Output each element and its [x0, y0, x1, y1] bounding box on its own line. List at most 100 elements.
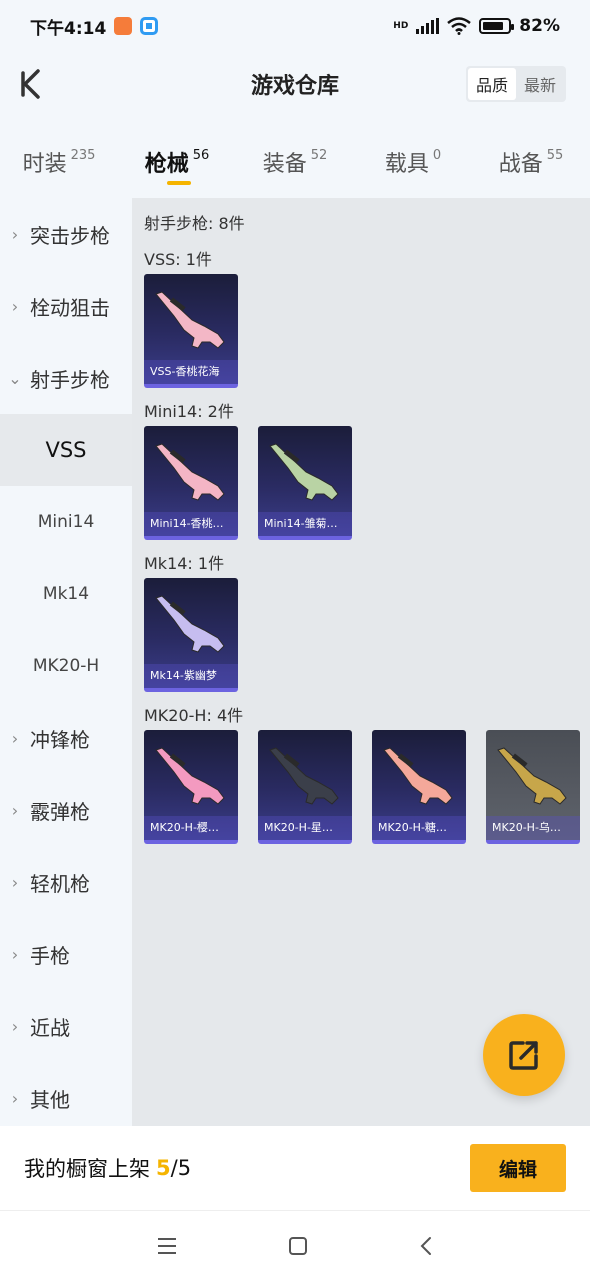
- sidebar-item-shotgun[interactable]: › 霰弹枪: [0, 774, 132, 846]
- weapon-image: [155, 595, 225, 653]
- hd-indicator: HD: [393, 21, 409, 31]
- weapon-card[interactable]: Mini14-雏菊…: [258, 426, 352, 540]
- tab-count: 0: [432, 148, 442, 163]
- chevron-right-icon: ›: [11, 1016, 19, 1036]
- sidebar-item-label: 其他: [30, 1087, 70, 1112]
- weapon-image: [497, 747, 567, 805]
- weapon-card-label: VSS-香桃花海: [144, 360, 238, 384]
- group-row-vss: VSS-香桃花海: [144, 274, 590, 388]
- sort-quality[interactable]: 品质: [467, 68, 516, 100]
- weapon-image: [155, 747, 225, 805]
- showcase-bar: 我的橱窗上架 5/5 编辑: [0, 1126, 590, 1210]
- sidebar-item-label: 手枪: [30, 943, 70, 968]
- sidebar-item-label: 轻机枪: [30, 871, 90, 896]
- back-button[interactable]: [16, 66, 46, 102]
- weapon-image: [383, 747, 453, 805]
- chevron-right-icon: ›: [11, 872, 19, 892]
- weapon-card[interactable]: MK20-H-星…: [258, 730, 352, 844]
- edit-button[interactable]: 编辑: [470, 1144, 566, 1192]
- showcase-count-total: /5: [170, 1156, 192, 1180]
- chevron-right-icon: ›: [11, 296, 19, 316]
- sidebar-item-assault-rifle[interactable]: › 突击步枪: [0, 198, 132, 270]
- weapon-card-label: Mk14-紫幽梦: [144, 664, 238, 688]
- sidebar-item-melee[interactable]: › 近战: [0, 990, 132, 1062]
- tab-label: 时装: [22, 152, 67, 177]
- sidebar-item-other[interactable]: › 其他: [0, 1062, 132, 1134]
- chevron-right-icon: ›: [11, 1088, 19, 1108]
- weapon-grid-panel: 射手步枪: 8件 VSS: 1件 VSS-香桃花海 Mini14: 2件 Min…: [132, 198, 590, 1126]
- sidebar-item-label: 冲锋枪: [30, 727, 90, 752]
- sidebar-sub-label: Mk14: [42, 584, 90, 604]
- sidebar-item-marksman-rifle[interactable]: ⌄ 射手步枪: [0, 342, 132, 414]
- status-bar: 下午4:14 HD 82%: [0, 0, 590, 52]
- weapon-card-label: MK20-H-乌…: [486, 816, 580, 840]
- battery-percent: 82%: [519, 16, 560, 36]
- sidebar-item-lmg[interactable]: › 轻机枪: [0, 846, 132, 918]
- tab-count: 56: [192, 148, 210, 163]
- sidebar-sub-label: VSS: [45, 438, 87, 462]
- share-edit-icon: [509, 1041, 538, 1070]
- tab-firearms[interactable]: 枪械 56: [118, 128, 236, 192]
- group-row-mk14: Mk14-紫幽梦: [144, 578, 590, 692]
- sidebar-item-label: 射手步枪: [30, 367, 110, 392]
- group-row-mk20h: MK20-H-樱… MK20-H-星… MK20-H-糖… MK20-H-乌…: [144, 730, 590, 844]
- share-edit-button[interactable]: [483, 1014, 565, 1096]
- system-nav-bar: [0, 1210, 590, 1280]
- back-nav-icon[interactable]: [418, 1236, 434, 1256]
- group-row-mini14: Mini14-香桃… Mini14-雏菊…: [144, 426, 590, 540]
- sidebar-sub-label: Mini14: [37, 512, 95, 532]
- home-icon[interactable]: [288, 1236, 308, 1256]
- sidebar-sub-vss[interactable]: VSS: [0, 414, 132, 486]
- chevron-right-icon: ›: [11, 944, 19, 964]
- showcase-count-current: 5: [156, 1156, 171, 1180]
- weapon-card[interactable]: Mini14-香桃…: [144, 426, 238, 540]
- weapon-card-label: MK20-H-糖…: [372, 816, 466, 840]
- tab-equipment[interactable]: 装备 52: [236, 128, 354, 192]
- sidebar-item-label: 霰弹枪: [30, 799, 90, 824]
- sidebar-sub-mk20h[interactable]: MK20-H: [0, 630, 132, 702]
- status-time: 下午4:14: [30, 18, 107, 39]
- weapon-image: [269, 443, 339, 501]
- tab-fashion[interactable]: 时装 235: [0, 128, 118, 192]
- tab-count: 235: [70, 148, 96, 163]
- sidebar-item-label: 突击步枪: [30, 223, 110, 248]
- weapon-image: [155, 443, 225, 501]
- back-icon: [21, 69, 40, 99]
- tab-vehicles[interactable]: 载具 0: [354, 128, 472, 192]
- group-title-mk20h: MK20-H: 4件: [144, 706, 244, 725]
- sort-latest[interactable]: 最新: [516, 68, 564, 100]
- weapon-card[interactable]: MK20-H-糖…: [372, 730, 466, 844]
- sidebar-sub-mini14[interactable]: Mini14: [0, 486, 132, 558]
- signal-icon: [416, 18, 440, 34]
- weapon-card-label: Mini14-香桃…: [144, 512, 238, 536]
- weapon-card[interactable]: Mk14-紫幽梦: [144, 578, 238, 692]
- weapon-card-label: Mini14-雏菊…: [258, 512, 352, 536]
- weapon-card[interactable]: MK20-H-樱…: [144, 730, 238, 844]
- tab-count: 55: [546, 148, 564, 163]
- sort-toggle: 品质 最新: [465, 66, 566, 102]
- weapon-card[interactable]: VSS-香桃花海: [144, 274, 238, 388]
- chevron-right-icon: ›: [11, 728, 19, 748]
- weapon-card[interactable]: MK20-H-乌…: [486, 730, 580, 844]
- sidebar-item-smg[interactable]: › 冲锋枪: [0, 702, 132, 774]
- page-title: 游戏仓库: [250, 74, 339, 99]
- app-notification-icon-2: [140, 17, 159, 35]
- tab-label: 枪械: [144, 152, 189, 177]
- app-notification-icon: [114, 17, 133, 35]
- showcase-label: 我的橱窗上架: [24, 1157, 150, 1181]
- tab-gear[interactable]: 战备 55: [472, 128, 590, 192]
- sidebar-sub-label: MK20-H: [32, 656, 100, 676]
- battery-icon: [479, 18, 515, 34]
- weapon-category-sidebar: › 突击步枪 › 栓动狙击 ⌄ 射手步枪 VSS Mini14 Mk14 MK20-H…: [0, 198, 132, 1126]
- sidebar-item-pistol[interactable]: › 手枪: [0, 918, 132, 990]
- category-tabs: 时装 235 枪械 56 装备 52 载具 0 战备 55: [0, 128, 590, 192]
- sidebar-sub-mk14[interactable]: Mk14: [0, 558, 132, 630]
- tab-label: 载具: [384, 152, 429, 177]
- menu-icon[interactable]: [156, 1236, 178, 1256]
- sidebar-item-label: 栓动狙击: [30, 295, 110, 320]
- section-title: 射手步枪: 8件: [144, 214, 245, 233]
- weapon-image: [155, 291, 225, 349]
- chevron-right-icon: ›: [11, 800, 19, 820]
- wifi-icon: [447, 17, 472, 35]
- sidebar-item-bolt-sniper[interactable]: › 栓动狙击: [0, 270, 132, 342]
